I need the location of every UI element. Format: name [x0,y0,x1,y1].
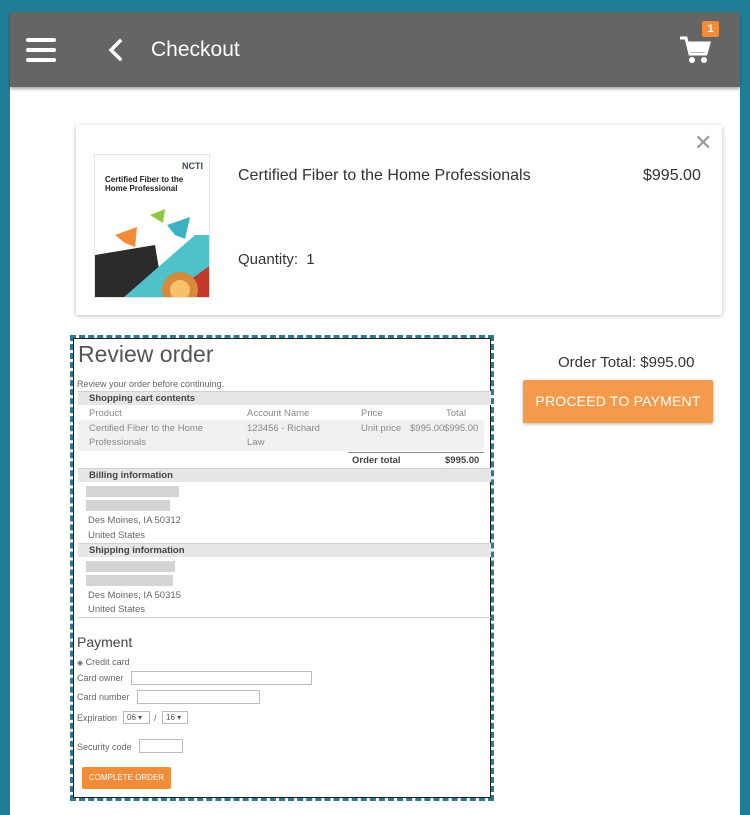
redacted-billing-name [86,486,179,497]
shipping-country: United States [88,604,146,615]
order-total: Order Total: $995.00 [558,354,695,371]
security-code-input[interactable] [139,739,183,753]
review-order-screenshot: Review order Review your order before co… [70,335,494,801]
quantity-value: 1 [306,251,315,268]
card-number-input[interactable] [137,690,260,704]
total-divider [348,452,484,453]
review-order-total-label: Order total [352,455,401,466]
order-total-value: $995.00 [640,354,695,371]
product-price: $995.00 [643,167,701,184]
product-quantity: Quantity: 1 [238,251,315,268]
row-total: $995.00 [444,423,479,434]
row-product-line2: Professionals [89,437,147,448]
frame-right-edge [740,12,747,815]
row-price-label: Unit price [361,423,402,434]
row-account-line1: 123456 - Richard [247,423,320,434]
remove-item-close-icon[interactable]: ✕ [694,132,712,154]
billing-section-header: Billing information [78,468,491,482]
review-title: Review order [78,341,214,367]
cart-contents-section-header: Shopping cart contents [78,391,491,405]
proceed-to-payment-button[interactable]: PROCEED TO PAYMENT [523,380,713,423]
row-product-line1: Certified Fiber to the Home [89,423,204,434]
shipping-city: Des Moines, IA 50315 [88,590,181,601]
shopping-cart-icon[interactable] [678,34,712,66]
cover-title: Certified Fiber to the Home Professional [105,175,184,193]
frame-left-edge [3,12,10,815]
cart-count-badge: 1 [702,21,719,37]
expiration-year-value: 16 [166,713,175,722]
expiration-separator: / [154,713,157,723]
back-arrow-icon[interactable] [104,36,128,64]
credit-card-radio-icon[interactable]: ◉ [77,660,83,667]
billing-city: Des Moines, IA 50312 [88,515,181,526]
section-divider [78,617,491,618]
page-title: Checkout [151,38,240,61]
menu-icon[interactable] [26,38,56,62]
review-subtitle: Review your order before continuing. [77,379,225,389]
card-owner-input[interactable] [131,671,312,685]
card-number-label: Card number [77,692,130,702]
expiration-year-select[interactable]: 16 ▾ [162,711,188,724]
redacted-shipping-street [86,575,173,586]
security-code-label: Security code [77,742,132,752]
card-owner-label: Card owner [77,673,124,683]
expiration-label: Expiration [77,713,118,723]
review-order-total-value: $995.00 [445,455,480,466]
review-order-panel: Review order Review your order before co… [73,338,491,798]
order-total-label: Order Total: [558,354,637,371]
shipping-section-header: Shipping information [78,543,491,557]
top-frame-strip [3,3,747,12]
expiration-month-select[interactable]: 06 ▾ [123,711,150,724]
col-account-name: Account Name [247,408,310,419]
row-price: $995.00 [410,423,445,434]
quantity-label: Quantity: [238,251,299,268]
redacted-billing-street [86,500,170,511]
complete-order-button[interactable]: COMPLETE ORDER [82,767,171,789]
col-product: Product [89,408,122,419]
app-header: Checkout 1 [10,12,740,87]
product-name: Certified Fiber to the Home Professional… [238,167,531,184]
expiration-month-value: 06 [127,713,136,722]
payment-title: Payment [77,634,133,650]
payment-method[interactable]: ◉ Credit card [77,657,130,667]
cart-item-card: ✕ NCTI Certified Fiber to the Home Profe… [76,125,722,315]
row-account-line2: Law [247,437,265,448]
product-cover-image: NCTI Certified Fiber to the Home Profess… [94,154,210,298]
cover-brand-logo: NCTI [182,161,203,171]
billing-country: United States [88,530,146,541]
col-price: Price [361,408,383,419]
redacted-shipping-name [86,561,175,572]
payment-method-label: Credit card [85,657,130,667]
col-total: Total [446,408,467,419]
